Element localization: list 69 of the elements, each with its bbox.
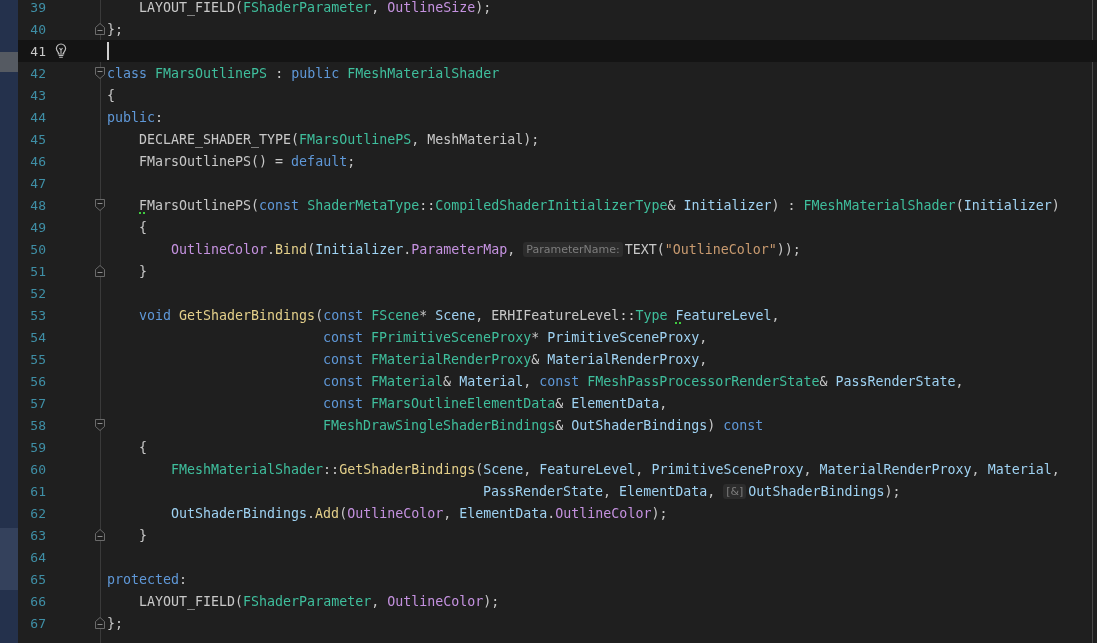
line-number: 63 xyxy=(29,527,46,543)
code-text: protected: xyxy=(107,571,188,587)
code-text: }; xyxy=(107,21,123,37)
strip-marker xyxy=(0,52,18,72)
line-number: 49 xyxy=(29,219,46,235)
code-text: LAYOUT_FIELD(FShaderParameter, OutlineColor); xyxy=(139,593,500,609)
line-number: 64 xyxy=(29,549,46,565)
strip-marker xyxy=(0,528,18,590)
line-number: 56 xyxy=(29,373,46,389)
lightbulb-icon[interactable] xyxy=(55,43,67,59)
line-number: 53 xyxy=(29,307,46,323)
code-text: OutlineColor.Bind(Initializer.ParameterMap, xyxy=(171,241,517,257)
line-number: 58 xyxy=(29,417,46,433)
line-number: 57 xyxy=(29,395,46,411)
line-number: 50 xyxy=(29,241,46,257)
code-text: OutShaderBindings); xyxy=(748,483,901,499)
code-text: const FMaterial& Material, const FMeshPassProcessorRenderState& PassRenderState, xyxy=(323,373,964,389)
line-number: 51 xyxy=(29,263,46,279)
code-text: } xyxy=(139,263,147,279)
code-text: OutShaderBindings.Add(OutlineColor, ElementData.OutlineColor); xyxy=(171,505,668,521)
fold-collapse-icon[interactable] xyxy=(95,199,105,211)
inlay-hint: ParameterName: xyxy=(523,241,623,257)
code-text: LAYOUT_FIELD(FShaderParameter, OutlineSize); xyxy=(139,0,492,15)
line-number: 60 xyxy=(29,461,46,477)
line-number: 39 xyxy=(29,0,46,15)
line-number: 41 xyxy=(29,43,46,59)
fold-end-icon[interactable] xyxy=(95,529,105,541)
code-text: { xyxy=(139,439,147,455)
code-text: FMeshDrawSingleShaderBindings& OutShaderBindings) const xyxy=(323,417,764,433)
line-number: 62 xyxy=(29,505,46,521)
line-number: 59 xyxy=(29,439,46,455)
line-number: 42 xyxy=(29,65,46,81)
line-number: 48 xyxy=(29,197,46,213)
line-number: 43 xyxy=(29,87,46,103)
inlay-hint: [&] xyxy=(723,483,747,499)
code-text: PassRenderState, ElementData, xyxy=(483,483,717,499)
fold-end-icon[interactable] xyxy=(95,617,105,629)
code-text: FMarsOutlinePS() = default; xyxy=(139,153,356,169)
line-number: 45 xyxy=(29,131,46,147)
code-text: { xyxy=(107,87,115,103)
code-text: const FMarsOutlineElementData& ElementData, xyxy=(323,395,668,411)
line-number: 55 xyxy=(29,351,46,367)
code-text: void GetShaderBindings(const FScene* Scene, ERHIFeatureLevel::Type FeatureLevel, xyxy=(139,307,780,323)
fold-end-icon[interactable] xyxy=(95,23,105,35)
code-text: { xyxy=(139,219,147,235)
code-text: TEXT("OutlineColor")); xyxy=(624,241,801,257)
line-number: 47 xyxy=(29,175,46,191)
line-number: 61 xyxy=(29,483,46,499)
code-text: FMeshMaterialShader::GetShaderBindings(Scene, FeatureLevel, PrimitiveSceneProxy, MaterialRenderProxy, Material, xyxy=(171,461,1060,477)
code-text: const FMaterialRenderProxy& MaterialRenderProxy, xyxy=(323,351,708,367)
code-text: class FMarsOutlinePS : public FMeshMaterialShader xyxy=(107,65,500,81)
line-number: 67 xyxy=(29,615,46,631)
fold-end-icon[interactable] xyxy=(95,265,105,277)
line-number: 46 xyxy=(29,153,46,169)
code-text: public: xyxy=(107,109,164,125)
line-number: 66 xyxy=(29,593,46,609)
code-text: } xyxy=(139,527,147,543)
line-number: 54 xyxy=(29,329,46,345)
code-text: DECLARE_SHADER_TYPE(FMarsOutlinePS, MeshMaterial); xyxy=(139,131,540,147)
line-number: 44 xyxy=(29,109,46,125)
line-number: 65 xyxy=(29,571,46,587)
code-editor[interactable] xyxy=(18,0,1097,643)
code-text: const FPrimitiveSceneProxy* PrimitiveSceneProxy, xyxy=(323,329,708,345)
fold-collapse-icon[interactable] xyxy=(95,419,105,431)
code-text: }; xyxy=(107,615,123,631)
fold-collapse-icon[interactable] xyxy=(95,67,105,79)
line-number: 52 xyxy=(29,285,46,301)
line-number: 40 xyxy=(29,21,46,37)
code-text: FMarsOutlinePS(const ShaderMetaType::CompiledShaderInitializerType& Initializer) : FMeshMaterialShader(Initializer) xyxy=(139,197,1060,213)
